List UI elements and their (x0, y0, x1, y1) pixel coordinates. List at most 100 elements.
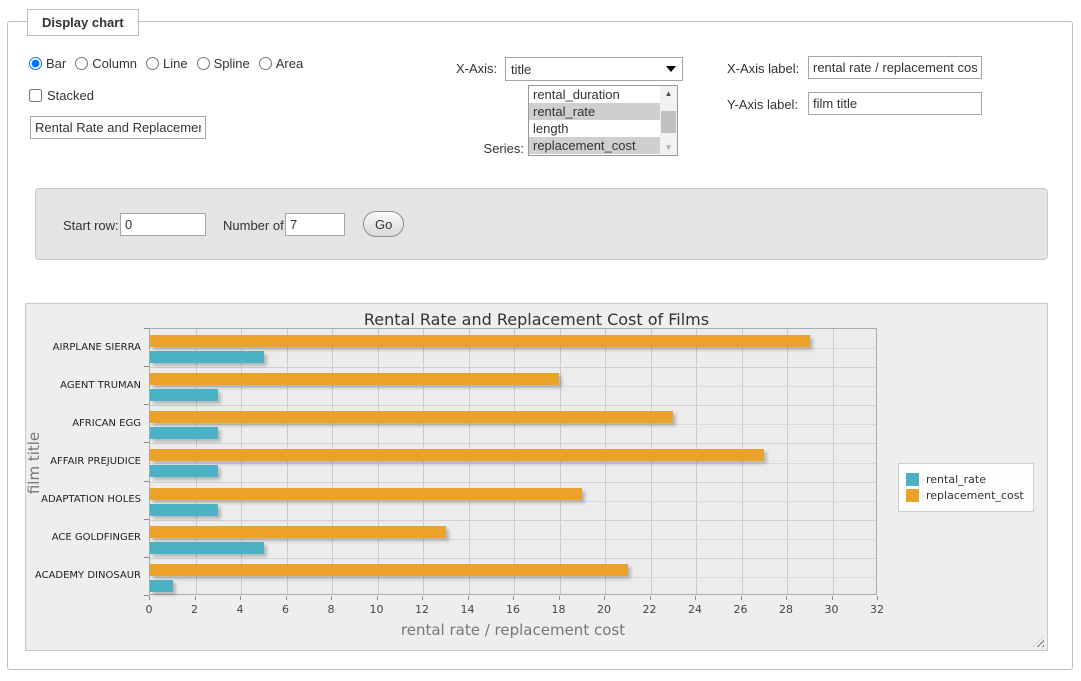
x-axis-tick-label: 26 (721, 603, 761, 616)
y-axis-title: film title (25, 403, 43, 523)
legend-label-replacement_cost: replacement_cost (926, 489, 1024, 502)
x-axis-title: rental rate / replacement cost (149, 621, 877, 639)
x-axis-tick (195, 596, 196, 600)
category-label: ACADEMY DINOSAUR (26, 557, 141, 595)
x-axis-tick-label: 10 (357, 603, 397, 616)
category-label: AFFAIR PREJUDICE (26, 442, 141, 480)
x-axis-select[interactable]: title (505, 57, 683, 81)
chart-type-option-spline: Spline (197, 56, 250, 71)
x-axis-tick (422, 596, 423, 600)
legend-item-rental_rate: rental_rate (906, 473, 1024, 486)
chart-container: Rental Rate and Replacement Cost of Film… (25, 303, 1048, 651)
x-axis-tick (695, 596, 696, 600)
x-axis-tick-label: 14 (448, 603, 488, 616)
gridline-h (150, 520, 876, 521)
bar-replacement_cost (150, 526, 446, 538)
number-of-rows-input[interactable] (285, 213, 345, 236)
x-axis-tick-label: 0 (129, 603, 169, 616)
radio-line[interactable] (146, 57, 159, 70)
gridline-v (469, 329, 470, 594)
gridline-v (514, 329, 515, 594)
radio-label-area: Area (276, 56, 303, 71)
radio-label-column: Column (92, 56, 137, 71)
bar-rental_rate (150, 580, 173, 592)
x-axis-tick-label: 12 (402, 603, 442, 616)
x-axis-selected-value: title (511, 62, 531, 77)
x-axis-label-label: X-Axis label: (727, 61, 799, 76)
x-axis-tick-label: 20 (584, 603, 624, 616)
gridline-v (742, 329, 743, 594)
resize-handle-icon[interactable] (1033, 636, 1044, 647)
x-axis-tick-label: 4 (220, 603, 260, 616)
start-row-input[interactable] (120, 213, 206, 236)
chart-legend: rental_rate replacement_cost (898, 463, 1034, 512)
x-axis-tick (650, 596, 651, 600)
series-scrollbar[interactable]: ▲ ▼ (660, 86, 677, 155)
radio-spline[interactable] (197, 57, 210, 70)
x-axis-tick-label: 16 (493, 603, 533, 616)
bar-replacement_cost (150, 335, 810, 347)
bar-replacement_cost (150, 488, 582, 500)
category-label: AFRICAN EGG (26, 404, 141, 442)
category-label: AIRPLANE SIERRA (26, 328, 141, 366)
radio-bar[interactable] (29, 57, 42, 70)
scroll-up-icon[interactable]: ▲ (660, 86, 677, 101)
plot-area (149, 328, 877, 595)
series-listbox[interactable]: rental_durationrental_ratelengthreplacem… (528, 85, 678, 156)
x-axis-tick (240, 596, 241, 600)
y-axis-label-input[interactable] (808, 92, 982, 115)
stacked-checkbox[interactable] (29, 89, 42, 102)
gridline-v (787, 329, 788, 594)
chart-title: Rental Rate and Replacement Cost of Film… (26, 310, 1047, 329)
series-option-rental_duration[interactable]: rental_duration (529, 86, 660, 103)
x-axis-tick (468, 596, 469, 600)
gridline-h (150, 577, 876, 578)
x-axis-tick (741, 596, 742, 600)
bar-rental_rate (150, 465, 218, 477)
gridline-v (423, 329, 424, 594)
scrollbar-thumb[interactable] (661, 111, 676, 133)
x-axis-tick-label: 8 (311, 603, 351, 616)
category-label: AGENT TRUMAN (26, 366, 141, 404)
series-option-replacement_cost[interactable]: replacement_cost (529, 137, 660, 154)
radio-label-spline: Spline (214, 56, 250, 71)
gridline-h (150, 386, 876, 387)
gridline-v (241, 329, 242, 594)
gridline-h (150, 348, 876, 349)
go-button[interactable]: Go (363, 211, 404, 237)
series-option-length[interactable]: length (529, 120, 660, 137)
scroll-down-icon[interactable]: ▼ (660, 140, 677, 155)
series-option-rental_rate[interactable]: rental_rate (529, 103, 660, 120)
x-axis-tick (832, 596, 833, 600)
radio-label-line: Line (163, 56, 188, 71)
gridline-v (651, 329, 652, 594)
radio-area[interactable] (259, 57, 272, 70)
chart-type-radio-group: Bar Column Line Spline Area (29, 56, 312, 71)
series-options: rental_durationrental_ratelengthreplacem… (529, 86, 660, 154)
gridline-h (150, 424, 876, 425)
x-axis-tick (559, 596, 560, 600)
y-axis-tick (144, 366, 149, 367)
gridline-h (150, 443, 876, 444)
bar-rental_rate (150, 542, 264, 554)
x-axis-tick-label: 6 (266, 603, 306, 616)
category-label: ADAPTATION HOLES (26, 481, 141, 519)
bar-rental_rate (150, 427, 218, 439)
chevron-down-icon (666, 66, 676, 72)
legend-item-replacement_cost: replacement_cost (906, 489, 1024, 502)
chart-title-input[interactable] (30, 116, 206, 139)
gridline-h (150, 367, 876, 368)
y-axis-tick (144, 557, 149, 558)
gridline-h (150, 501, 876, 502)
radio-column[interactable] (75, 57, 88, 70)
x-axis-label-input[interactable] (808, 56, 982, 79)
x-axis-tick-label: 30 (812, 603, 852, 616)
x-axis-tick (286, 596, 287, 600)
chart-type-option-area: Area (259, 56, 303, 71)
radio-label-bar: Bar (46, 56, 66, 71)
x-axis-select-label: X-Axis: (456, 61, 497, 76)
category-label: ACE GOLDFINGER (26, 519, 141, 557)
gridline-v (605, 329, 606, 594)
x-axis-tick-label: 18 (539, 603, 579, 616)
x-axis-tick (786, 596, 787, 600)
